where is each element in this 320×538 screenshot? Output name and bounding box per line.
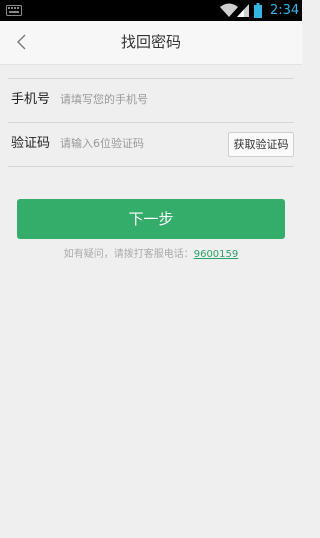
header-bar: 找回密码 xyxy=(0,21,302,65)
battery-icon xyxy=(254,3,262,18)
help-prefix: 如有疑问，请拨打客服电话： xyxy=(63,249,194,260)
wifi-icon xyxy=(220,3,238,17)
phone-input[interactable]: 请填写您的手机号 xyxy=(60,91,210,109)
code-label: 验证码 xyxy=(11,136,51,151)
status-bar: 2:34 xyxy=(0,0,302,21)
phone-label: 手机号 xyxy=(11,92,51,107)
help-text: 如有疑问，请拨打客服电话：9600159 xyxy=(0,248,302,262)
get-code-button[interactable]: 获取验证码 xyxy=(228,132,294,157)
phone-row: 手机号 请填写您的手机号 xyxy=(8,78,294,122)
code-row: 验证码 请输入6位验证码 获取验证码 xyxy=(8,122,294,167)
signal-icon xyxy=(237,4,249,17)
page-title: 找回密码 xyxy=(120,33,181,51)
keyboard-icon xyxy=(6,5,22,16)
code-input[interactable]: 请输入6位验证码 xyxy=(60,135,210,153)
status-time: 2:34 xyxy=(270,3,300,18)
next-button[interactable]: 下一步 xyxy=(17,199,285,239)
service-phone-link[interactable]: 9600159 xyxy=(194,249,239,260)
recovery-form: 手机号 请填写您的手机号 验证码 请输入6位验证码 获取验证码 xyxy=(8,78,294,167)
